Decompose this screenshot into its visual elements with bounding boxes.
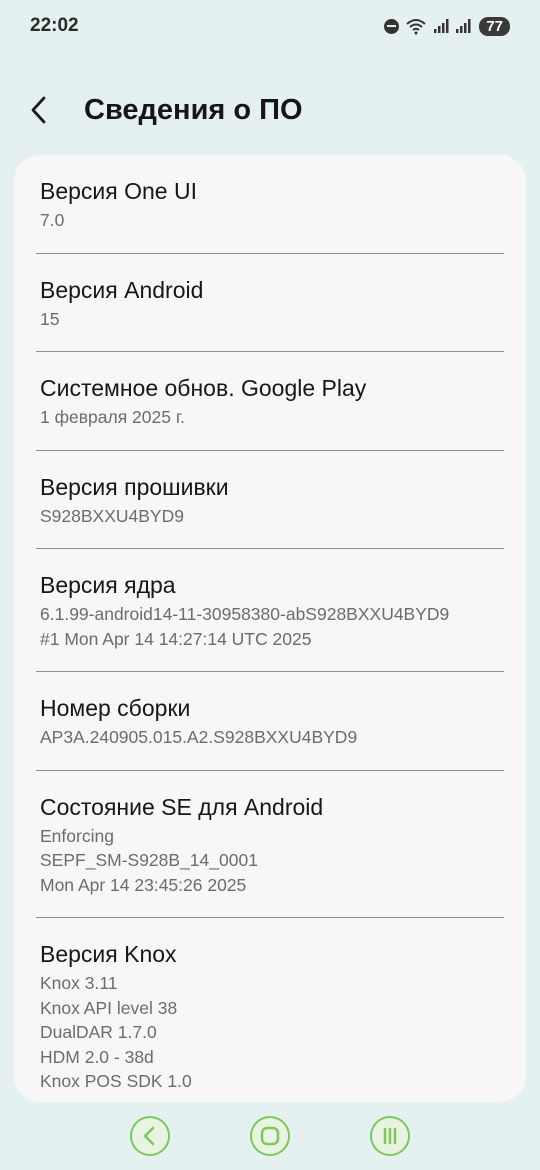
item-title: Версия прошивки — [40, 473, 229, 500]
item-value-line: SEPF_SM-S928B_14_0001 — [40, 850, 258, 870]
item-value: 7.0 — [40, 210, 65, 230]
status-icons: 77 — [384, 16, 510, 36]
item-value: 1 февраля 2025 г. — [40, 407, 185, 427]
item-value: 6.1.99-android14-11-30958380-abS928BXXU4… — [40, 602, 500, 651]
item-title: Версия ядра — [40, 572, 176, 598]
nav-recents-button[interactable] — [370, 1116, 410, 1156]
page-title: Сведения о ПО — [84, 93, 303, 126]
software-info-card: Версия One UI 7.0 Версия Android 15 Сист… — [14, 155, 526, 1102]
item-title: Версия One UI — [40, 178, 197, 204]
item-value: AP3A.240905.015.A2.S928BXXU4BYD9 — [40, 727, 358, 747]
item-title: Версия Knox — [40, 941, 177, 967]
nav-back-button[interactable] — [130, 1116, 170, 1156]
info-item-kernel[interactable]: Версия ядра 6.1.99-android14-11-30958380… — [14, 549, 526, 651]
item-value-line: Knox 3.11 — [40, 973, 118, 993]
item-value: Knox 3.11 Knox API level 38 DualDAR 1.7.… — [40, 971, 500, 1094]
nav-back-icon — [143, 1126, 155, 1146]
battery-badge: 77 — [479, 16, 510, 36]
navigation-bar — [0, 1102, 540, 1170]
signal-sim1-icon — [434, 19, 449, 33]
info-item-knox[interactable]: Версия Knox Knox 3.11 Knox API level 38 … — [14, 918, 526, 1094]
item-value-line: 6.1.99-android14-11-30958380-abS928BXXU4… — [40, 604, 450, 624]
nav-home-icon — [260, 1126, 280, 1146]
item-value: Enforcing SEPF_SM-S928B_14_0001 Mon Apr … — [40, 824, 500, 898]
back-arrow-icon — [31, 96, 46, 124]
info-item-se-android[interactable]: Состояние SE для Android Enforcing SEPF_… — [14, 771, 526, 898]
item-title: Состояние SE для Android — [40, 793, 324, 820]
item-value-line: Enforcing — [40, 825, 114, 846]
info-item-build-number[interactable]: Номер сборки AP3A.240905.015.A2.S928BXXU… — [14, 672, 526, 750]
item-value-line: Knox API level 38 — [40, 997, 178, 1018]
info-item-firmware[interactable]: Версия прошивки S928BXXU4BYD9 — [14, 451, 526, 529]
status-time: 22:02 — [30, 15, 79, 36]
signal-sim2-icon — [456, 19, 471, 33]
header: Сведения о ПО — [0, 80, 540, 140]
info-item-google-play-update[interactable]: Системное обнов. Google Play 1 февраля 2… — [14, 352, 526, 430]
info-item-oneui[interactable]: Версия One UI 7.0 — [14, 155, 526, 233]
item-value: S928BXXU4BYD9 — [40, 505, 184, 526]
item-title: Системное обнов. Google Play — [40, 375, 367, 401]
item-value-line: Mon Apr 14 23:45:26 2025 — [40, 874, 247, 895]
item-title: Номер сборки — [40, 695, 191, 721]
nav-home-button[interactable] — [250, 1116, 290, 1156]
do-not-disturb-icon — [384, 18, 400, 34]
back-button[interactable] — [28, 80, 88, 140]
item-value-line: Knox POS SDK 1.0 — [40, 1071, 192, 1091]
item-value-line: HDM 2.0 - 38d — [40, 1046, 154, 1067]
item-value-line: DualDAR 1.7.0 — [40, 1022, 157, 1042]
item-value-line: #1 Mon Apr 14 14:27:14 UTC 2025 — [40, 628, 312, 649]
item-value: 15 — [40, 308, 60, 329]
item-title: Версия Android — [40, 276, 204, 303]
nav-recents-icon — [383, 1127, 397, 1145]
wifi-calling-icon — [406, 19, 426, 35]
info-item-android[interactable]: Версия Android 15 — [14, 254, 526, 332]
status-bar: 22:02 77 — [0, 0, 540, 52]
